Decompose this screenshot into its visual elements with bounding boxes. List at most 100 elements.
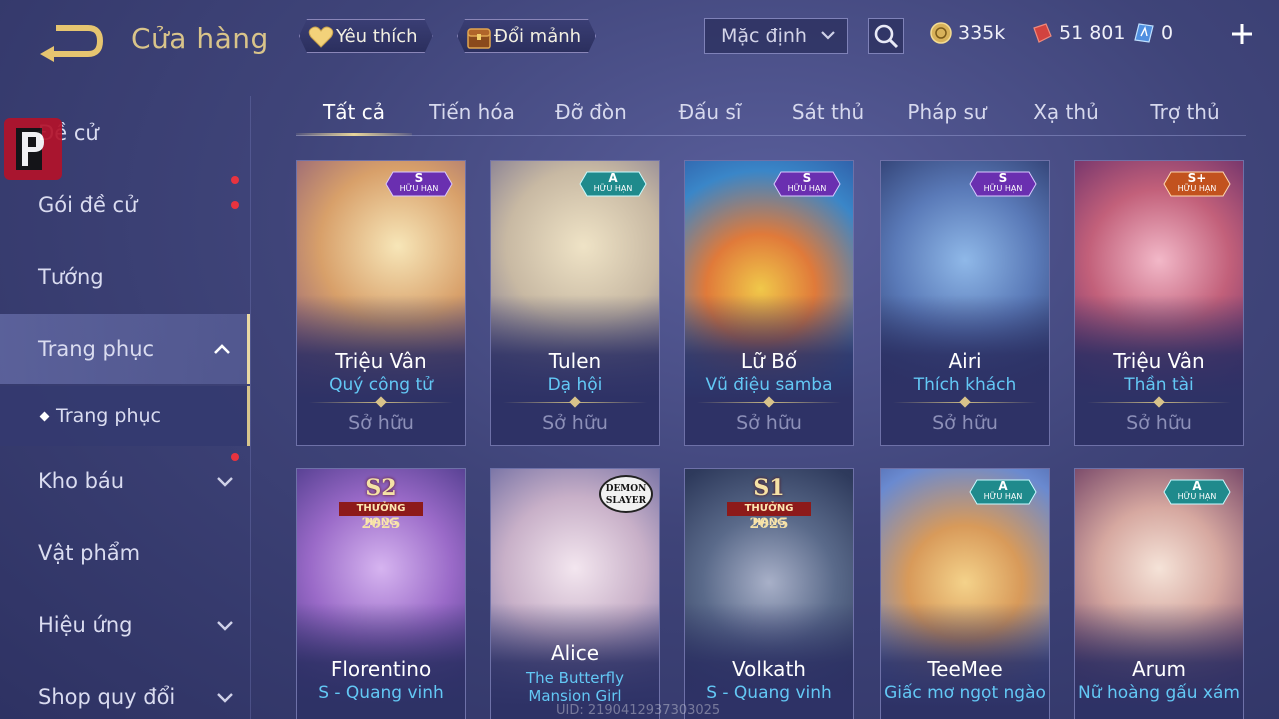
gold-currency: 335k	[930, 20, 1005, 46]
sidebar-item-label: Shop quy đổi	[38, 685, 176, 709]
sidebar-item-label: Kho báu	[38, 469, 125, 493]
chevron-up-icon	[214, 344, 230, 354]
chevron-down-icon	[217, 477, 233, 487]
hero-name: TeeMee	[927, 657, 1003, 681]
voucher-currency: 51 801	[1031, 20, 1125, 46]
rank-season-badge: S2 THƯỞNG HẠNG 2025	[333, 475, 429, 533]
back-button[interactable]	[36, 22, 106, 62]
tab-evolved[interactable]: Tiến hóa	[414, 92, 530, 134]
skin-card[interactable]: S HỮU HẠN Lữ Bố Vũ điệu samba Sở hữu	[684, 160, 854, 446]
owned-status: Sở hữu	[932, 412, 998, 434]
rank-season-badge: S1 THƯỞNG HẠNG 2025	[721, 475, 817, 533]
skin-card[interactable]: A HỮU HẠN Arum Nữ hoàng gấu xám	[1074, 468, 1244, 719]
favorites-button[interactable]: Yêu thích	[299, 19, 433, 53]
hero-name: Tulen	[548, 349, 602, 373]
skin-name: Dạ hội	[547, 375, 603, 395]
sidebar-item-label: Hiệu ứng	[38, 613, 133, 637]
tier-badge: S HỮU HẠN	[773, 171, 841, 197]
tab-fighter[interactable]: Đấu sĩ	[652, 92, 768, 134]
tier-letter: A	[1192, 479, 1202, 493]
sidebar-item-effects[interactable]: Hiệu ứng	[0, 590, 250, 660]
owned-status: Sở hữu	[1126, 412, 1192, 434]
sidebar-item-heroes[interactable]: Tướng	[0, 242, 250, 312]
rank-year: 2025	[749, 516, 789, 532]
tab-support[interactable]: Trợ thủ	[1127, 92, 1243, 134]
tier-letter: S	[998, 171, 1008, 185]
tier-badge: A HỮU HẠN	[969, 479, 1037, 505]
hero-name: Triệu Vân	[1113, 349, 1205, 373]
category-tabs: Tất cả Tiến hóa Đỡ đòn Đấu sĩ Sát thủ Ph…	[296, 92, 1246, 136]
tab-all[interactable]: Tất cả	[296, 92, 412, 136]
sidebar: Đề cử Gói đề cử Tướng Trang phục Trang p…	[0, 96, 252, 719]
skin-card[interactable]: S2 THƯỞNG HẠNG 2025 Florentino S - Quang…	[296, 468, 466, 719]
skin-name: Thích khách	[913, 375, 1017, 395]
tier-badge: S HỮU HẠN	[969, 171, 1037, 197]
sidebar-item-label: Gói đề cử	[38, 193, 138, 217]
collab-logo: DEMON SLAYER	[599, 475, 653, 513]
heart-icon	[308, 24, 334, 50]
hero-name: Arum	[1131, 657, 1187, 681]
sidebar-subitem-skins[interactable]: Trang phục	[0, 386, 250, 446]
tab-mage[interactable]: Pháp sư	[889, 92, 1005, 134]
skin-card[interactable]: A HỮU HẠN TeeMee Giấc mơ ngọt ngào	[880, 468, 1050, 719]
chevron-down-icon	[217, 693, 233, 703]
bullet-diamond-icon	[39, 411, 50, 421]
sidebar-item-skins[interactable]: Trang phục	[0, 314, 250, 384]
exchange-shards-button[interactable]: Đổi mảnh	[457, 19, 596, 53]
tier-letter: S+	[1187, 171, 1207, 185]
card-divider	[1087, 396, 1231, 408]
tier-limited-label: HỮU HẠN	[399, 184, 439, 193]
card-divider	[309, 396, 453, 408]
skin-card[interactable]: S HỮU HẠN Triệu Vân Quý công tử Sở hữu	[296, 160, 466, 446]
tier-limited-label: HỮU HẠN	[1177, 184, 1217, 193]
sort-select[interactable]: Mặc định	[704, 18, 848, 54]
voucher-amount: 51 801	[1059, 22, 1126, 44]
sidebar-item-treasure[interactable]: Kho báu	[0, 446, 250, 516]
hero-name: Airi	[948, 349, 982, 373]
sidebar-item-items[interactable]: Vật phẩm	[0, 518, 250, 588]
sort-selected-value: Mặc định	[721, 25, 807, 47]
sidebar-item-label: Trang phục	[56, 405, 162, 427]
tier-limited-label: HỮU HẠN	[983, 492, 1023, 501]
tier-limited-label: HỮU HẠN	[983, 184, 1023, 193]
skin-name: Giấc mơ ngọt ngào	[884, 683, 1046, 703]
chevron-down-icon	[821, 31, 835, 40]
tier-letter: S	[802, 171, 812, 185]
card-divider	[697, 396, 841, 408]
tab-assassin[interactable]: Sát thủ	[770, 92, 886, 134]
card-divider	[893, 396, 1037, 408]
plus-icon	[1232, 24, 1252, 44]
tab-tank[interactable]: Đỡ đòn	[533, 92, 649, 134]
sidebar-item-label: Tướng	[38, 265, 104, 289]
gold-amount: 335k	[958, 22, 1006, 44]
tier-limited-label: HỮU HẠN	[787, 184, 827, 193]
skin-name: Thần tài	[1124, 375, 1194, 395]
tier-letter: A	[608, 171, 618, 185]
exchange-label: Đổi mảnh	[494, 25, 582, 47]
skin-card[interactable]: A HỮU HẠN Tulen Dạ hội Sở hữu	[490, 160, 660, 446]
skin-name: Nữ hoàng gấu xám	[1078, 683, 1240, 703]
sidebar-item-exchange-shop[interactable]: Shop quy đổi	[0, 662, 250, 719]
add-currency-button[interactable]	[1228, 20, 1256, 48]
favorites-label: Yêu thích	[336, 25, 418, 47]
sidebar-item-recommended-packs[interactable]: Gói đề cử	[0, 170, 250, 240]
crystal-amount: 0	[1161, 22, 1174, 44]
crystal-currency: 0	[1133, 20, 1173, 46]
user-id-watermark: UID: 2190412937303025	[556, 703, 721, 718]
skin-name: Vũ điệu samba	[705, 375, 833, 395]
skin-card[interactable]: S+ HỮU HẠN Triệu Vân Thần tài Sở hữu	[1074, 160, 1244, 446]
notification-dot	[231, 176, 239, 184]
tab-marksman[interactable]: Xạ thủ	[1008, 92, 1124, 134]
hero-name: Volkath	[732, 657, 806, 681]
blue-crystal-icon	[1134, 23, 1154, 43]
search-button[interactable]	[868, 18, 904, 54]
skin-card[interactable]: S HỮU HẠN Airi Thích khách Sở hữu	[880, 160, 1050, 446]
notification-dot	[231, 201, 239, 209]
p-logo-icon	[16, 128, 44, 170]
sidebar-item-label: Vật phẩm	[38, 541, 141, 565]
hero-name: Lữ Bố	[740, 349, 798, 373]
skin-card[interactable]: DEMON SLAYER Alice The Butterfly Mansion…	[490, 468, 660, 719]
tier-limited-label: HỮU HẠN	[593, 184, 633, 193]
sidebar-divider	[250, 96, 251, 719]
skin-card[interactable]: S1 THƯỞNG HẠNG 2025 Volkath S - Quang vi…	[684, 468, 854, 719]
